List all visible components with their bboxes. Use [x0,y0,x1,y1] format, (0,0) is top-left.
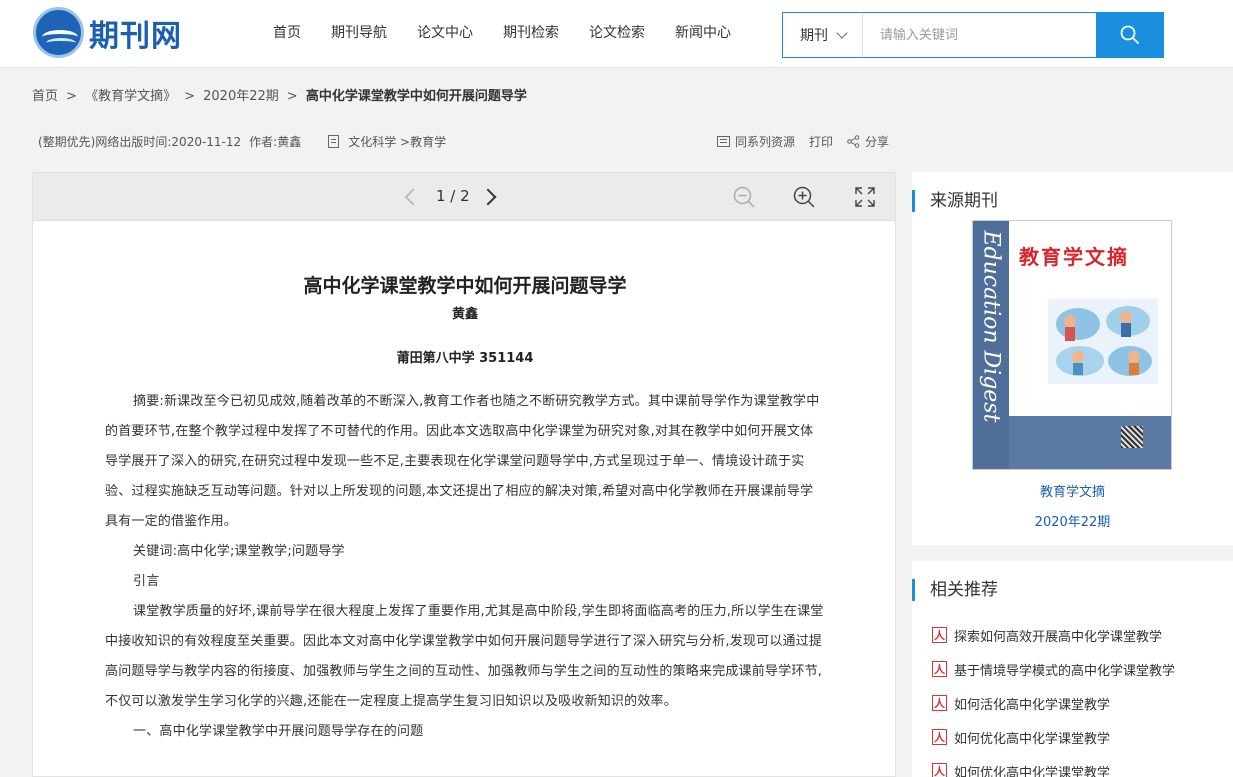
search-bar: 期刊 [782,12,1164,58]
nav-item-paper-center[interactable]: 论文中心 [417,23,473,43]
search-button[interactable] [1096,12,1164,58]
site-header: 期刊网 首页 期刊导航 论文中心 期刊检索 论文检索 新闻中心 期刊 [0,0,1233,68]
pdf-icon [932,695,947,711]
qr-code-icon [1121,426,1143,448]
list-item[interactable]: 如何优化高中化学课堂教学 [932,720,1175,754]
source-journal-issue[interactable]: 2020年22期 [912,511,1233,530]
next-page-icon[interactable] [480,185,502,207]
reader-toolbar: 1 / 2 [33,173,895,221]
list-item[interactable]: 探索如何高效开展高中化学课堂教学 [932,618,1175,652]
related-item-label: 探索如何高效开展高中化学课堂教学 [954,629,1163,645]
share-icon [847,135,860,148]
nav-item-journal-guide[interactable]: 期刊导航 [331,23,387,43]
breadcrumb-current: 高中化学课堂教学中如何开展问题导学 [305,89,527,104]
main-nav: 首页 期刊导航 论文中心 期刊检索 论文检索 新闻中心 [273,23,761,43]
document-icon [328,135,340,148]
document-page: 高中化学课堂教学中如何开展问题导学 黄鑫 莆田第八中学 351144 摘要:新课… [105,221,825,747]
related-item-label: 如何优化高中化学课堂教学 [954,731,1111,747]
meta-author-label: 作者: [249,135,278,149]
page-indicator: 1 / 2 [436,187,470,205]
pdf-icon [932,729,947,745]
pager: 1 / 2 [400,185,502,207]
list-icon [717,136,730,147]
series-resources-button[interactable]: 同系列资源 [717,133,795,150]
source-journal-title: 来源期刊 [912,190,998,212]
document-keywords: 关键词:高中化学;课堂教学;问题导学 [133,544,345,559]
series-resources-label: 同系列资源 [735,135,796,149]
cover-spine-text: Education Digest [978,230,1004,423]
related-item-label: 如何优化高中化学课堂教学 [954,765,1111,777]
source-journal-panel: 来源期刊 Education Digest 教育学文摘 教育学文摘 2020年2… [912,172,1233,545]
related-panel: 相关推荐 探索如何高效开展高中化学课堂教学 基于情境导学模式的高中化学课堂教学 … [912,561,1233,777]
document-section-heading: 一、高中化学课堂教学中开展问题导学存在的问题 [133,724,424,739]
meta-author[interactable]: 黄鑫 [277,133,301,150]
nav-item-paper-search[interactable]: 论文检索 [589,23,645,43]
pdf-icon [932,763,947,777]
print-label: 打印 [809,135,834,149]
related-item-label: 如何活化高中化学课堂教学 [954,697,1111,713]
pdf-icon [932,627,947,643]
search-type-select[interactable]: 期刊 [783,13,863,57]
article-tools: 同系列资源 打印 分享 [717,133,903,150]
breadcrumb: 首页 > 《教育学文摘》 > 2020年22期 > 高中化学课堂教学中如何开展问题导学 [32,89,527,104]
document-title: 高中化学课堂教学中如何开展问题导学 [303,275,627,297]
meta-published-label: 网络出版时间: [95,135,172,149]
site-logo[interactable]: 期刊网 [33,7,182,58]
source-journal-name[interactable]: 教育学文摘 [912,481,1233,500]
zoom-in-icon[interactable] [793,186,815,208]
pdf-icon [932,661,947,677]
document-intro: 课堂教学质量的好坏,课前导学在很大程度上发挥了重要作用,尤其是高中阶段,学生即将… [105,604,824,709]
logo-text: 期刊网 [89,18,182,54]
search-icon [1120,25,1139,44]
search-type-label: 期刊 [800,28,828,44]
document-author: 黄鑫 [451,307,478,322]
document-abstract: 摘要:新课改至今已初见成效,随着改革的不断深入,教育工作者也随之不断研究教学方式… [105,394,820,529]
document-reader: 1 / 2 高中化学课堂教学中如何开展问题导学 黄鑫 莆田第八中学 351144… [32,172,896,777]
journal-cover-image[interactable]: Education Digest 教育学文摘 [972,220,1172,470]
related-item-label: 基于情境导学模式的高中化学课堂教学 [954,663,1176,679]
list-item[interactable]: 如何优化高中化学课堂教学 [932,754,1175,777]
logo-emblem-icon [33,7,84,58]
previous-page-icon[interactable] [400,185,422,207]
related-title: 相关推荐 [912,579,998,601]
chevron-down-icon [836,27,848,39]
nav-item-home[interactable]: 首页 [273,23,301,43]
search-input[interactable] [862,13,1097,57]
meta-published-date: 2020-11-12 [171,134,242,149]
breadcrumb-home[interactable]: 首页 [32,89,58,104]
share-label: 分享 [865,135,890,149]
breadcrumb-issue[interactable]: 2020年22期 [203,89,279,104]
fullscreen-icon[interactable] [854,186,876,208]
nav-item-journal-search[interactable]: 期刊检索 [503,23,559,43]
meta-category[interactable]: 文化科学 >教育学 [348,133,446,150]
document-organization: 莆田第八中学 351144 [396,351,534,366]
cover-title: 教育学文摘 [1019,245,1129,269]
breadcrumb-journal[interactable]: 《教育学文摘》 [85,89,176,104]
list-item[interactable]: 基于情境导学模式的高中化学课堂教学 [932,652,1175,686]
document-intro-heading: 引言 [133,574,160,589]
meta-priority: (整期优先) [38,135,96,149]
article-meta: (整期优先) 网络出版时间: 2020-11-12 作者: 黄鑫 文化科学 >教… [38,133,446,150]
zoom-out-icon[interactable] [733,186,755,208]
nav-item-news-center[interactable]: 新闻中心 [675,23,731,43]
related-list: 探索如何高效开展高中化学课堂教学 基于情境导学模式的高中化学课堂教学 如何活化高… [932,618,1175,777]
share-button[interactable]: 分享 [847,133,889,150]
print-button[interactable]: 打印 [809,133,833,150]
list-item[interactable]: 如何活化高中化学课堂教学 [932,686,1175,720]
cover-illustration-icon [1048,299,1158,384]
